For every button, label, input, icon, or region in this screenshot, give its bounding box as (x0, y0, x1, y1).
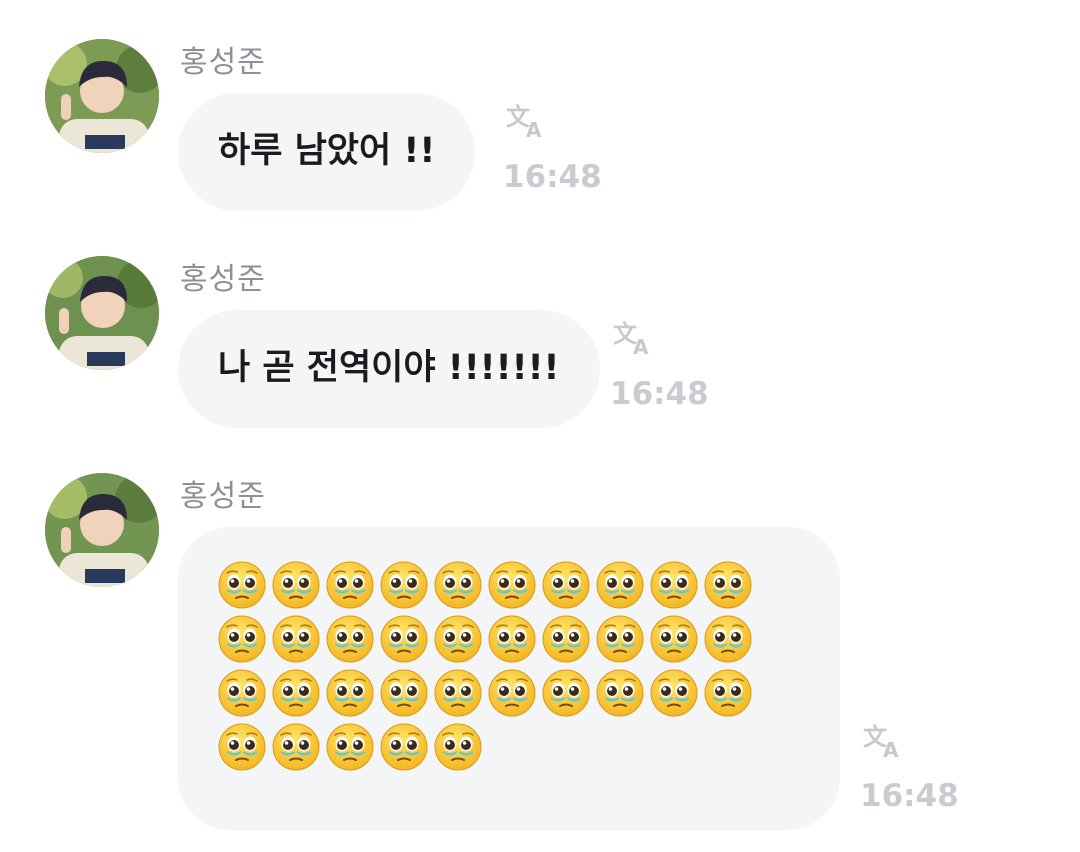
pleading-face-emoji (432, 559, 486, 613)
sender-name: 홍성준 (180, 262, 266, 297)
sender-name: 홍성준 (180, 479, 266, 514)
pleading-face-emoji (648, 667, 702, 721)
pleading-face-emoji (648, 613, 702, 667)
message-bubble[interactable]: 나 곧 전역이야 !!!!!!! (178, 310, 600, 428)
pleading-face-emoji (486, 559, 540, 613)
pleading-face-emoji (378, 721, 432, 775)
translate-icon[interactable]: 文 A (611, 318, 655, 358)
message-text: 나 곧 전역이야 !!!!!!! (218, 348, 560, 388)
svg-text:A: A (633, 335, 649, 358)
pleading-face-emoji (324, 721, 378, 775)
avatar[interactable] (45, 39, 159, 153)
pleading-face-emoji (378, 667, 432, 721)
pleading-face-emoji (432, 613, 486, 667)
translate-icon[interactable]: 文 A (504, 101, 548, 141)
pleading-face-emoji (486, 613, 540, 667)
pleading-face-emoji (216, 667, 270, 721)
message-bubble[interactable] (178, 527, 840, 830)
pleading-face-emoji (702, 667, 756, 721)
pleading-face-emoji (324, 559, 378, 613)
pleading-face-emoji (216, 721, 270, 775)
message-bubble[interactable]: 하루 남았어 !! (178, 93, 476, 211)
pleading-face-emoji (648, 559, 702, 613)
pleading-face-emoji (432, 667, 486, 721)
pleading-face-emoji (216, 613, 270, 667)
pleading-face-emoji (270, 667, 324, 721)
pleading-face-emoji (378, 613, 432, 667)
pleading-face-emoji (594, 667, 648, 721)
message-time: 16:48 (503, 159, 602, 195)
pleading-face-emoji (594, 559, 648, 613)
pleading-face-emoji (594, 613, 648, 667)
pleading-face-emoji (324, 667, 378, 721)
svg-text:A: A (526, 118, 542, 141)
pleading-face-emoji (702, 613, 756, 667)
avatar[interactable] (45, 473, 159, 587)
message-text: 하루 남았어 !! (218, 131, 436, 171)
avatar[interactable] (45, 256, 159, 370)
pleading-face-emoji (324, 613, 378, 667)
pleading-face-emoji (270, 613, 324, 667)
pleading-face-emoji (540, 613, 594, 667)
sender-name: 홍성준 (180, 45, 266, 80)
svg-text:A: A (883, 738, 899, 761)
pleading-face-emoji (540, 667, 594, 721)
pleading-face-emoji (432, 721, 486, 775)
pleading-face-emoji (216, 559, 270, 613)
pleading-face-emoji (702, 559, 756, 613)
message-time: 16:48 (860, 778, 959, 814)
translate-icon[interactable]: 文 A (861, 721, 905, 761)
pleading-face-emoji (270, 559, 324, 613)
pleading-face-emoji (378, 559, 432, 613)
pleading-face-emoji (270, 721, 324, 775)
pleading-face-emoji (486, 667, 540, 721)
message-time: 16:48 (610, 376, 709, 412)
emoji-grid (216, 559, 776, 775)
pleading-face-emoji (540, 559, 594, 613)
